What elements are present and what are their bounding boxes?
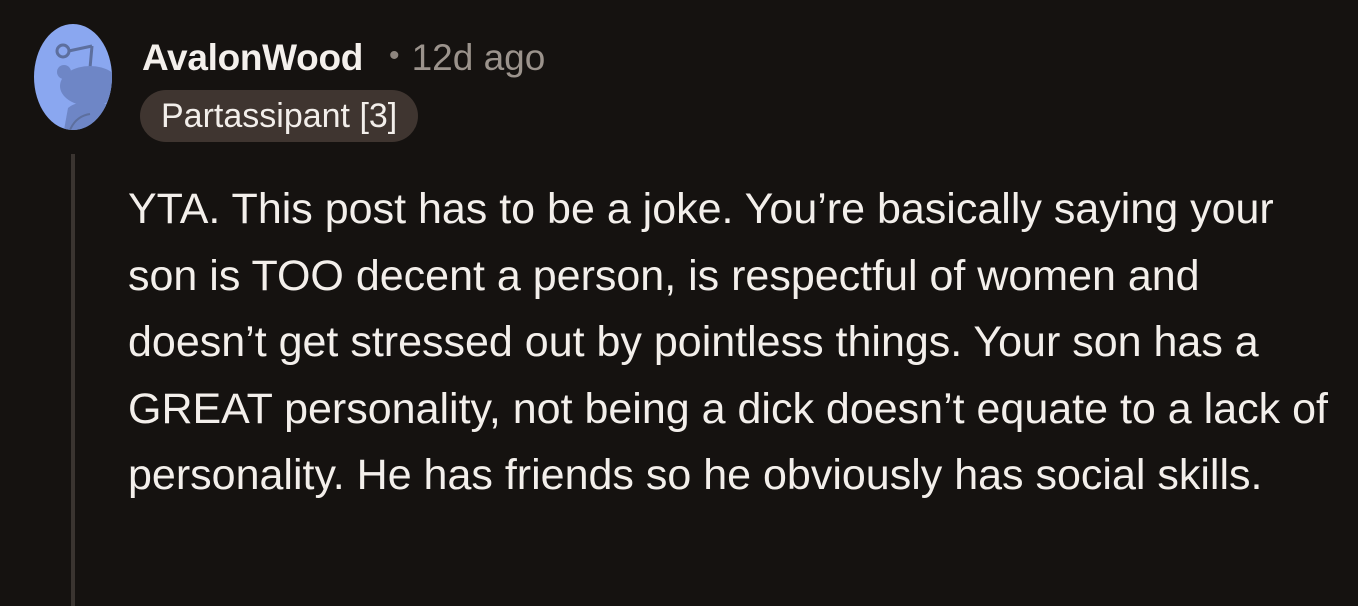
avatar[interactable] bbox=[34, 24, 112, 130]
comment-timestamp[interactable]: 12d ago bbox=[412, 37, 546, 79]
user-flair-badge: Partassipant [3] bbox=[140, 90, 419, 142]
thread-collapse-line[interactable] bbox=[71, 154, 75, 606]
username-link[interactable]: AvalonWood bbox=[142, 37, 363, 79]
comment-header: AvalonWood • 12d ago bbox=[142, 36, 545, 80]
user-flair-label: Partassipant [3] bbox=[161, 96, 398, 135]
comment-body-text: YTA. This post has to be a joke. You’re … bbox=[128, 185, 1328, 499]
comment-card: AvalonWood • 12d ago Partassipant [3] YT… bbox=[0, 0, 1358, 606]
reddit-snoo-avatar-icon bbox=[55, 43, 112, 130]
meta-separator: • bbox=[389, 39, 400, 72]
